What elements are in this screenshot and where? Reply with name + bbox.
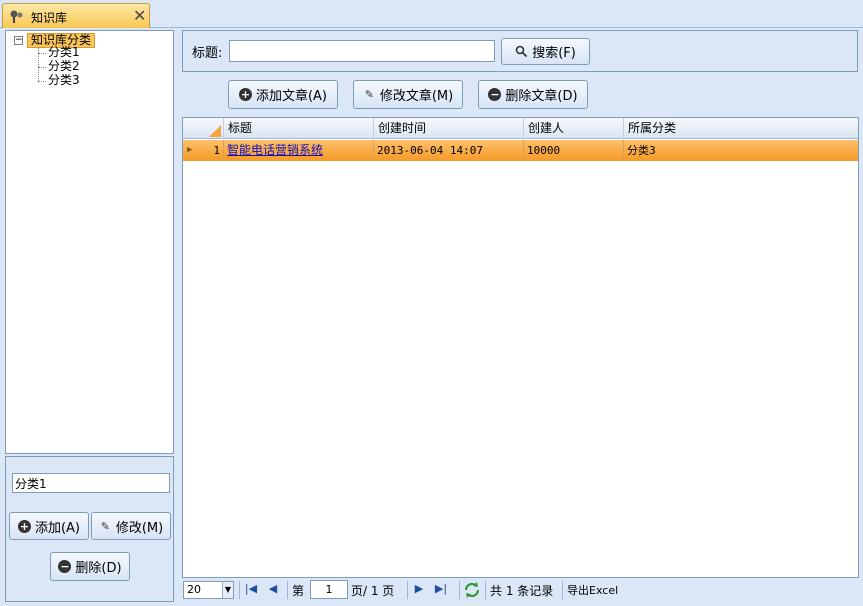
- add-category-label: 添加(A): [34, 520, 81, 536]
- tree-item-category[interactable]: 分类1: [48, 46, 80, 59]
- corner-icon: [209, 125, 221, 137]
- page-size-value: 20: [187, 583, 201, 596]
- add-category-button[interactable]: + 添加(A): [9, 512, 89, 540]
- tree-connector: [38, 67, 46, 68]
- tab-knowledge-base[interactable]: 知识库 ✕: [2, 3, 150, 29]
- row-pointer-icon: ▶: [187, 145, 193, 155]
- search-panel: 标题: 搜索(F): [182, 30, 858, 72]
- category-editor: + 添加(A) ✎ 修改(M) − 删除(D): [5, 456, 174, 602]
- refresh-icon[interactable]: [463, 581, 481, 599]
- separator: [287, 581, 288, 599]
- row-index: 1: [213, 144, 220, 157]
- delete-category-label: 删除(D): [75, 561, 122, 576]
- search-button[interactable]: 搜索(F): [501, 38, 590, 65]
- separator: [562, 581, 563, 599]
- tab-label: 知识库: [31, 11, 68, 25]
- minus-circle-icon: −: [488, 88, 502, 101]
- edit-category-label: 修改(M): [115, 520, 164, 536]
- tree-connector: [38, 81, 46, 82]
- search-input[interactable]: [229, 40, 495, 62]
- select-all-cell[interactable]: [183, 118, 224, 139]
- tree-item-category[interactable]: 分类3: [48, 74, 80, 87]
- page-prefix: 第: [292, 584, 305, 598]
- search-label: 标题:: [192, 46, 223, 61]
- row-title-cell[interactable]: 智能电话营销系统: [224, 140, 374, 161]
- separator: [459, 581, 460, 599]
- column-header-title[interactable]: 标题: [224, 118, 374, 139]
- tree-item-category[interactable]: 分类2: [48, 60, 80, 73]
- delete-article-label: 删除文章(D): [505, 89, 578, 104]
- row-creator-cell[interactable]: 10000: [524, 140, 624, 161]
- last-page-icon[interactable]: ▶|: [434, 582, 448, 596]
- page-size-select[interactable]: 20 ▼: [183, 581, 234, 599]
- delete-category-button[interactable]: − 删除(D): [50, 552, 130, 581]
- plus-circle-icon: +: [17, 519, 31, 533]
- page-number-input[interactable]: [310, 580, 348, 599]
- edit-category-button[interactable]: ✎ 修改(M): [91, 512, 171, 540]
- delete-article-button[interactable]: − 删除文章(D): [478, 80, 588, 109]
- separator: [407, 581, 408, 599]
- column-header-created[interactable]: 创建时间: [374, 118, 524, 139]
- pencil-icon: ✎: [364, 88, 374, 101]
- column-header-category[interactable]: 所属分类: [624, 118, 858, 139]
- plus-circle-icon: +: [238, 88, 252, 101]
- export-excel-button[interactable]: 导出Excel: [567, 582, 618, 598]
- chevron-down-icon[interactable]: ▼: [222, 582, 233, 598]
- row-header[interactable]: ▶ 1: [183, 140, 224, 161]
- edit-article-button[interactable]: ✎ 修改文章(M): [353, 80, 463, 109]
- row-category-cell[interactable]: 分类3: [624, 140, 858, 161]
- minus-circle-icon: −: [58, 560, 72, 573]
- category-name-input[interactable]: [12, 473, 170, 493]
- separator: [239, 581, 240, 599]
- table-row[interactable]: ▶ 1 智能电话营销系统 2013-06-04 14:07 10000 分类3: [183, 140, 858, 161]
- add-article-label: 添加文章(A): [255, 89, 328, 104]
- page-suffix: 页/ 1 页: [351, 584, 395, 598]
- row-created-cell[interactable]: 2013-06-04 14:07: [374, 140, 524, 161]
- total-records: 共 1 条记录: [490, 584, 554, 598]
- tree-connector: [38, 53, 46, 54]
- grid-header: 标题 创建时间 创建人 所属分类: [183, 118, 858, 139]
- pager: 20 ▼ |◀ ◀ 第 页/ 1 页 ▶ ▶| 共 1 条记录 导出Excel: [182, 578, 859, 602]
- pin-icon: [9, 9, 23, 23]
- column-header-creator[interactable]: 创建人: [524, 118, 624, 139]
- row-title-link[interactable]: 智能电话营销系统: [227, 143, 323, 157]
- category-tree: − 知识库分类 分类1 分类2 分类3: [5, 30, 174, 454]
- articles-grid: 标题 创建时间 创建人 所属分类 ▶ 1 智能电话营销系统 2013-06-04…: [182, 117, 859, 578]
- search-icon: [515, 45, 528, 58]
- pencil-icon: ✎: [100, 519, 110, 533]
- separator: [485, 581, 486, 599]
- search-button-label: 搜索(F): [532, 46, 576, 61]
- first-page-icon[interactable]: |◀: [244, 582, 258, 596]
- close-icon[interactable]: ✕: [133, 6, 146, 25]
- add-article-button[interactable]: + 添加文章(A): [228, 80, 338, 109]
- collapse-icon[interactable]: −: [14, 36, 23, 45]
- edit-article-label: 修改文章(M): [379, 89, 454, 104]
- prev-page-icon[interactable]: ◀: [266, 582, 280, 596]
- next-page-icon[interactable]: ▶: [412, 582, 426, 596]
